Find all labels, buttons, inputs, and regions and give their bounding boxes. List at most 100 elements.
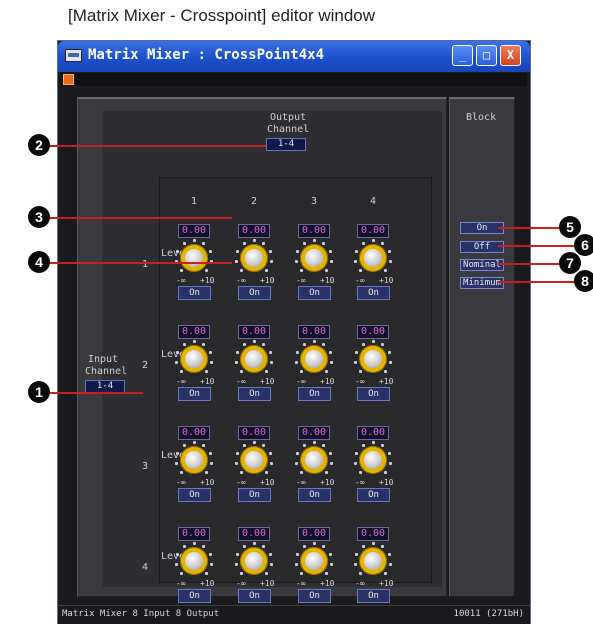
scale-max-label: +10 [320,478,335,487]
crosspoint-on-button[interactable]: On [238,589,271,603]
level-knob[interactable] [354,542,392,580]
callout-6: 6 [574,234,593,256]
scale-min-label: -∞ [296,478,306,487]
level-knob[interactable] [295,441,333,479]
window-menu-icon[interactable] [63,74,74,85]
crosspoint-level-value[interactable]: 0.00 [178,325,210,339]
figure-caption: [Matrix Mixer - Crosspoint] editor windo… [68,6,376,25]
callout-4: 4 [28,251,50,273]
callout-1: 1 [28,381,50,403]
level-knob[interactable] [354,239,392,277]
crosspoint-on-button[interactable]: On [298,589,331,603]
level-knob[interactable] [235,340,273,378]
maximize-button[interactable]: □ [476,45,497,66]
level-knob[interactable] [295,542,333,580]
block-off-button[interactable]: Off [460,241,504,253]
input-channel-label-line1: Input [88,354,119,365]
crosspoint-level-value[interactable]: 0.00 [357,224,389,238]
callout-7: 7 [559,252,581,274]
crosspoint-on-button[interactable]: On [238,387,271,401]
scale-min-label: -∞ [236,478,246,487]
level-knob[interactable] [295,340,333,378]
block-panel: Block On Off Nominal Minimum [449,97,515,597]
crosspoint-level-value[interactable]: 0.00 [178,426,210,440]
output-channel-label-line2: Channel [267,124,310,135]
crosspoint-on-button[interactable]: On [357,488,390,502]
crosspoint-level-value[interactable]: 0.00 [357,426,389,440]
crosspoint-level-value[interactable]: 0.00 [298,325,330,339]
scale-min-label: -∞ [296,579,306,588]
crosspoint-level-value[interactable]: 0.00 [178,527,210,541]
callout-3: 3 [28,206,50,228]
crosspoint-level-value[interactable]: 0.00 [238,325,270,339]
crosspoint-level-value[interactable]: 0.00 [238,224,270,238]
level-knob[interactable] [235,542,273,580]
crosspoint-on-button[interactable]: On [298,286,331,300]
scale-max-label: +10 [260,276,275,285]
crosspoint-on-button[interactable]: On [178,286,211,300]
status-text-right: 10011 (271bH) [453,609,524,619]
scale-min-label: -∞ [355,579,365,588]
scale-max-label: +10 [260,377,275,386]
crosspoint-level-value[interactable]: 0.00 [298,426,330,440]
minimize-button[interactable]: _ [452,45,473,66]
crosspoint-on-button[interactable]: On [357,286,390,300]
level-knob[interactable] [175,340,213,378]
input-row-number: 2 [142,360,149,371]
callout-8: 8 [574,270,593,292]
callout-2: 2 [28,134,50,156]
crosspoint-level-value[interactable]: 0.00 [298,527,330,541]
crosspoint-on-button[interactable]: On [178,589,211,603]
callout-line-2 [36,145,266,147]
scale-min-label: -∞ [176,276,186,285]
output-channel-label-line1: Output [270,112,307,123]
crosspoint-on-button[interactable]: On [357,387,390,401]
crosspoint-on-button[interactable]: On [238,286,271,300]
scale-max-label: +10 [200,276,215,285]
level-knob[interactable] [295,239,333,277]
scale-min-label: -∞ [176,377,186,386]
menu-bar [61,73,527,86]
callout-line-5 [498,227,564,229]
input-row-number: 3 [142,461,149,472]
level-knob[interactable] [354,441,392,479]
scale-min-label: -∞ [296,276,306,285]
crosspoint-on-button[interactable]: On [178,387,211,401]
crosspoint-level-value[interactable]: 0.00 [357,325,389,339]
crosspoint-panel: Output Channel 1-4 Input Channel 1-4 123… [77,97,447,603]
crosspoint-level-value[interactable]: 0.00 [238,426,270,440]
crosspoint-level-value[interactable]: 0.00 [178,224,210,238]
scale-min-label: -∞ [176,478,186,487]
scale-max-label: +10 [379,579,394,588]
crosspoint-on-button[interactable]: On [357,589,390,603]
crosspoint-level-value[interactable]: 0.00 [357,527,389,541]
level-knob[interactable] [235,239,273,277]
close-button[interactable]: X [500,45,521,66]
scale-max-label: +10 [379,276,394,285]
scale-max-label: +10 [379,478,394,487]
crosspoint-on-button[interactable]: On [298,387,331,401]
scale-max-label: +10 [320,276,335,285]
crosspoint-on-button[interactable]: On [298,488,331,502]
scale-max-label: +10 [200,478,215,487]
output-channel-selector[interactable]: 1-4 [266,138,306,151]
callout-line-3 [36,217,232,219]
output-column-number: 3 [311,196,318,207]
block-nominal-button[interactable]: Nominal [460,259,504,271]
crosspoint-on-button[interactable]: On [238,488,271,502]
level-knob[interactable] [175,441,213,479]
crosspoint-level-value[interactable]: 0.00 [298,224,330,238]
scale-min-label: -∞ [355,377,365,386]
input-row-number: 1 [142,259,149,270]
level-knob[interactable] [354,340,392,378]
block-minimum-button[interactable]: Minimum [460,277,504,289]
level-knob[interactable] [175,239,213,277]
output-column-number: 2 [251,196,258,207]
crosspoint-on-button[interactable]: On [178,488,211,502]
crosspoint-level-value[interactable]: 0.00 [238,527,270,541]
editor-window: Matrix Mixer : CrossPoint4x4 _ □ X Outpu… [57,40,531,624]
scale-max-label: +10 [320,377,335,386]
status-bar: Matrix Mixer 8 Input 8 Output 10011 (271… [58,605,530,624]
level-knob[interactable] [175,542,213,580]
level-knob[interactable] [235,441,273,479]
